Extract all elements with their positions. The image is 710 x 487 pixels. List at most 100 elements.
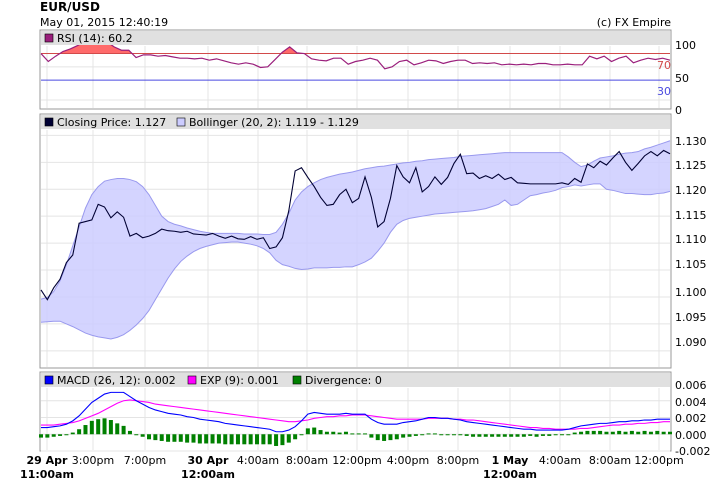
divergence-bar [439,434,444,436]
divergence-bar [89,420,94,435]
chart-copyright: (c) FX Empire [597,16,671,29]
divergence-bar [566,434,571,436]
macd-tick-label: 0.000 [675,429,707,442]
legend-label: Bollinger (20, 2): 1.119 - 1.129 [189,116,359,129]
x-tick-label: 3:00pm [72,454,114,467]
divergence-bar [121,425,126,435]
divergence-bar [318,430,323,435]
x-tick-label: 8:00am [286,454,328,467]
rsi-level-label: 30 [657,85,671,98]
divergence-bar [668,431,672,435]
divergence-bar [553,434,558,436]
divergence-bar [178,434,183,442]
divergence-bar [642,430,647,435]
price-axis: 1.130 1.125 1.120 1.115 1.110 1.105 1.10… [675,135,707,349]
divergence-bar [451,434,456,436]
divergence-bar [127,430,132,435]
divergence-bar [502,434,507,437]
x-tick-label: 8:00pm [437,454,479,467]
legend-swatch [176,117,186,127]
divergence-bar [547,434,552,436]
price-tick-label: 1.130 [675,135,707,148]
divergence-bar [394,434,399,440]
rsi-level-label: 70 [657,59,671,72]
divergence-bar [629,430,634,435]
divergence-bar [83,425,88,435]
divergence-bar [147,434,152,440]
price-tick-label: 1.115 [675,209,707,222]
x-tick-label: 12:00pm [332,454,381,467]
divergence-bar [312,427,317,435]
x-axis: 29 Apr 11:00am 3:00pm 7:00pm 30 Apr 12:0… [20,454,684,481]
divergence-bar [242,434,247,445]
divergence-bar [331,431,336,435]
price-legend: Closing Price: 1.127 Bollinger (20, 2): … [41,115,670,129]
price-tick-label: 1.100 [675,286,707,299]
macd-tick-label: 0.002 [675,412,707,425]
x-tick-label: 30 Apr [188,454,230,467]
divergence-bar [134,434,139,436]
divergence-bar [604,431,609,435]
divergence-bar [382,434,387,441]
price-tick-label: 1.120 [675,184,707,197]
divergence-bar [585,430,590,435]
x-tick-label: 7:00pm [124,454,166,467]
divergence-bar [483,434,488,437]
x-tick-label: 12:00am [483,468,537,481]
divergence-bar [350,433,355,435]
legend-label: RSI (14): 60.2 [57,32,133,45]
divergence-bar [102,418,107,435]
divergence-bar [324,431,329,435]
divergence-bar [64,434,69,436]
divergence-bar [445,434,450,436]
divergence-bar [515,434,520,437]
legend-label: EXP (9): 0.001 [200,374,279,387]
divergence-bar [235,434,240,445]
divergence-bar [115,423,120,435]
price-tick-label: 1.095 [675,311,707,324]
divergence-bar [51,434,56,437]
divergence-bar [471,434,476,437]
legend-swatch [292,375,302,385]
divergence-bar [369,434,374,438]
legend-swatch [44,375,54,385]
price-tick-label: 1.090 [675,336,707,349]
price-tick-label: 1.105 [675,258,707,271]
divergence-bar [159,434,164,441]
divergence-bar [356,433,361,435]
divergence-bar [204,434,209,444]
macd-axis: 0.006 0.004 0.002 0.000 -0.002 [675,379,710,458]
divergence-bar [191,434,196,443]
divergence-bar [248,434,253,445]
divergence-bar [559,434,564,436]
legend-swatch [44,117,54,127]
divergence-bar [280,434,285,446]
divergence-bar [528,434,533,436]
macd-tick-label: 0.006 [675,379,707,392]
divergence-bar [648,431,653,435]
divergence-bar [661,431,666,435]
divergence-bar [407,434,412,437]
divergence-bar [185,434,190,443]
divergence-bar [140,434,145,437]
divergence-bar [464,434,469,436]
divergence-bar [172,434,177,442]
divergence-bar [617,430,622,435]
rsi-tick-label: 100 [675,39,696,52]
chart-datetime: May 01, 2015 12:40:19 [40,16,168,29]
x-tick-label: 11:00am [20,468,74,481]
rsi-legend: RSI (14): 60.2 [41,31,670,45]
divergence-bar [166,434,171,442]
divergence-bar [598,430,603,435]
divergence-bar [223,434,228,445]
macd-legend: MACD (26, 12): 0.002 EXP (9): 0.001 Dive… [41,373,670,387]
x-tick-label: 12:00pm [634,454,683,467]
chart-symbol: EUR/USD [40,0,100,14]
divergence-bar [337,432,342,435]
divergence-bar [286,434,291,443]
divergence-bar [108,420,113,435]
price-tick-label: 1.110 [675,233,707,246]
divergence-bar [432,433,437,435]
macd-tick-label: 0.004 [675,396,707,409]
divergence-bar [496,434,501,437]
